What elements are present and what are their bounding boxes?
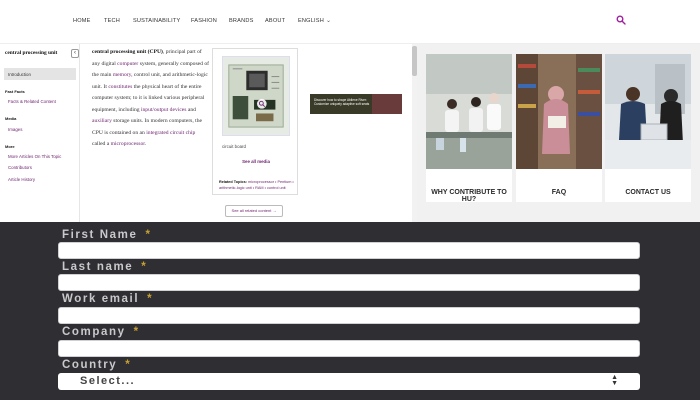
media-card: circuit board See all media Related Topi… bbox=[212, 48, 298, 195]
search-icon[interactable] bbox=[616, 15, 626, 25]
contact-form: First Name * Last name * Work email * Compa… bbox=[0, 222, 700, 400]
top-navigation: HOME TECH SUSTAINABILITY FASHION BRANDS … bbox=[0, 0, 700, 44]
see-all-media-link[interactable]: See all media bbox=[213, 159, 299, 164]
article-body: central processing unit (CPU), principal… bbox=[92, 47, 210, 151]
article-text: called a bbox=[92, 141, 111, 147]
nav-brands[interactable]: BRANDS bbox=[229, 18, 254, 24]
link-constitutes[interactable]: constitutes bbox=[108, 84, 132, 90]
card-label: FAQ bbox=[551, 189, 567, 196]
card-contact-us[interactable]: CONTACT US bbox=[605, 54, 691, 202]
library-photo bbox=[516, 54, 602, 169]
see-all-related-button[interactable]: See all related content → bbox=[225, 205, 283, 217]
required-marker: * bbox=[133, 326, 140, 338]
sidebar-heading-media: Media bbox=[5, 116, 17, 121]
card-why-contribute[interactable]: WHY CONTRIBUTE TO HU? bbox=[426, 54, 512, 203]
link-integrated-circuit[interactable]: integrated circuit chip bbox=[146, 130, 195, 136]
ad-banner[interactable]: Discover how to shape Abilene River: Cus… bbox=[310, 94, 402, 114]
media-caption: circuit board bbox=[222, 144, 246, 149]
card-faq[interactable]: FAQ bbox=[516, 54, 602, 202]
study-photo bbox=[605, 54, 691, 169]
sidebar-item-facts[interactable]: Facts & Related Content bbox=[8, 99, 56, 104]
company-input[interactable] bbox=[58, 340, 640, 357]
sidebar-title: central processing unit bbox=[5, 50, 58, 56]
work-email-label: Work email * bbox=[62, 293, 153, 305]
select-arrows-icon: ▲ ▼ bbox=[611, 374, 618, 387]
sidebar-item-contributors[interactable]: Contributors bbox=[8, 165, 32, 170]
link-microprocessor[interactable]: microprocessor bbox=[111, 141, 145, 147]
article-term: central processing unit (CPU) bbox=[92, 49, 163, 55]
nav-about[interactable]: ABOUT bbox=[265, 18, 285, 24]
country-select[interactable]: Select... ▲ ▼ bbox=[58, 373, 640, 390]
sidebar-heading-facts: Fast Facts bbox=[5, 89, 25, 94]
required-marker: * bbox=[147, 293, 154, 305]
nav-home[interactable]: HOME bbox=[73, 18, 91, 24]
sidebar-item-introduction-label[interactable]: Introduction bbox=[8, 72, 31, 77]
link-auxiliary[interactable]: auxiliary bbox=[92, 118, 112, 124]
related-topics-label: Related Topics: bbox=[219, 180, 247, 184]
article-text: . bbox=[144, 141, 147, 147]
company-label: Company * bbox=[62, 326, 140, 338]
last-name-label: Last name * bbox=[62, 261, 147, 273]
work-email-input[interactable] bbox=[58, 307, 640, 324]
card-label: CONTACT US bbox=[625, 189, 671, 196]
last-name-input[interactable] bbox=[58, 274, 640, 291]
lab-photo bbox=[426, 54, 512, 169]
country-label: Country * bbox=[62, 359, 131, 371]
ad-text: Discover how to shape Abilene River: Cus… bbox=[314, 98, 370, 107]
required-marker: * bbox=[125, 359, 132, 371]
link-memory[interactable]: memory bbox=[113, 72, 131, 78]
nav-language[interactable]: ENGLISH bbox=[298, 18, 324, 24]
article-sidebar: central processing unit ‹ Introduction F… bbox=[0, 44, 80, 222]
company-label-text: Company bbox=[62, 326, 126, 338]
nav-tech[interactable]: TECH bbox=[104, 18, 120, 24]
ad-image bbox=[372, 94, 402, 114]
nav-sustainability[interactable]: SUSTAINABILITY bbox=[133, 18, 180, 24]
cards-section: WHY CONTRIBUTE TO HU? FAQ CONTACT US bbox=[417, 44, 700, 222]
sidebar-item-more-articles[interactable]: More Articles On This Topic bbox=[8, 154, 61, 159]
country-label-text: Country bbox=[62, 359, 118, 371]
nav-fashion[interactable]: FASHION bbox=[191, 18, 217, 24]
circuit-board-image[interactable] bbox=[222, 56, 290, 136]
country-select-value: Select... bbox=[80, 375, 136, 387]
link-io-devices[interactable]: input/output devices bbox=[141, 107, 187, 113]
sidebar-heading-more: More bbox=[5, 144, 15, 149]
article-panel: central processing unit ‹ Introduction F… bbox=[0, 44, 417, 222]
link-computer[interactable]: computer bbox=[117, 61, 138, 67]
article-text: and bbox=[186, 106, 196, 113]
card-label: WHY CONTRIBUTE TO HU? bbox=[431, 189, 507, 203]
first-name-input[interactable] bbox=[58, 242, 640, 259]
work-email-label-text: Work email bbox=[62, 293, 140, 305]
first-name-label-text: First Name bbox=[62, 229, 138, 241]
required-marker: * bbox=[145, 229, 152, 241]
last-name-label-text: Last name bbox=[62, 261, 134, 273]
sidebar-item-article-history[interactable]: Article History bbox=[8, 177, 35, 182]
sidebar-item-images[interactable]: Images bbox=[8, 127, 22, 132]
required-marker: * bbox=[141, 261, 148, 273]
first-name-label: First Name * bbox=[62, 229, 152, 241]
collapse-icon[interactable]: ‹ bbox=[71, 49, 79, 58]
chevron-down-icon[interactable]: ⌄ bbox=[326, 17, 331, 24]
related-topics: Related Topics: microprocessor • Pentium… bbox=[219, 179, 295, 191]
